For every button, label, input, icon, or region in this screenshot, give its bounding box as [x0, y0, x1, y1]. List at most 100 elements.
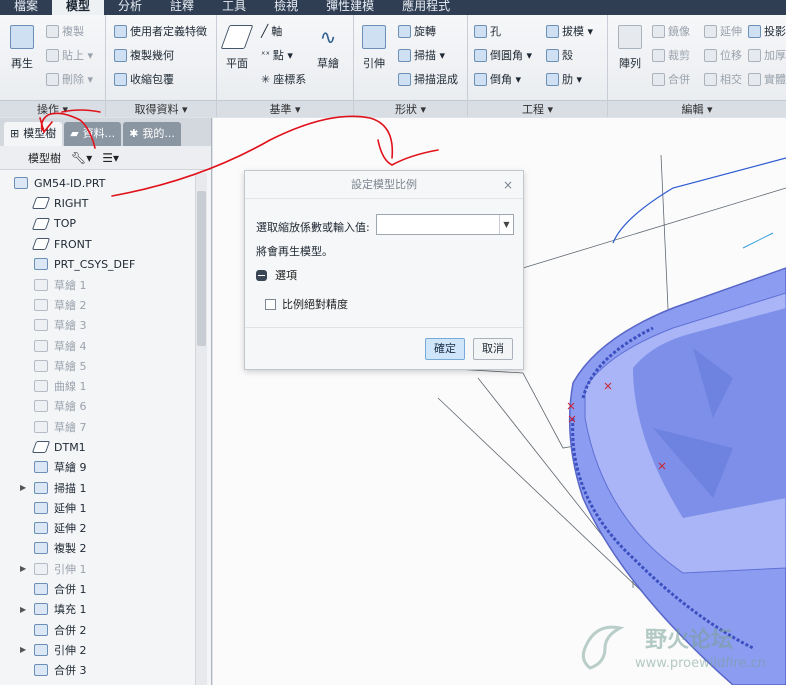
- csys-button[interactable]: ✳ 座標系: [261, 71, 306, 87]
- pattern-icon: [618, 25, 642, 49]
- menu-tab-applications[interactable]: 應用程式: [388, 0, 464, 15]
- tree-item[interactable]: 草繪 6: [0, 396, 196, 416]
- options-section-toggle[interactable]: 選項: [256, 267, 297, 283]
- chamfer-button[interactable]: 倒角 ▾: [474, 71, 521, 87]
- swept-blend-button[interactable]: 掃描混成: [398, 71, 458, 87]
- folder-icon: ▰: [70, 127, 79, 140]
- axis-button[interactable]: ╱ 軸: [261, 23, 282, 39]
- draft-button[interactable]: 拔模 ▾: [546, 23, 593, 39]
- absolute-accuracy-checkbox[interactable]: 比例絕對精度: [265, 296, 348, 312]
- tab-favorites[interactable]: ✱ 我的...: [123, 122, 181, 146]
- tree-item[interactable]: ▶ 掃描 1: [0, 477, 196, 497]
- regenerate-button[interactable]: 再生: [10, 25, 34, 71]
- tab-folder-browser[interactable]: ▰ 資料...: [64, 122, 122, 146]
- expand-arrow-icon[interactable]: ▶: [20, 645, 26, 654]
- project-button[interactable]: 投影: [748, 23, 786, 39]
- menu-tab-model[interactable]: 模型: [52, 0, 105, 15]
- tree-item[interactable]: 延伸 2: [0, 518, 196, 538]
- cancel-button[interactable]: 取消: [473, 338, 513, 360]
- tree-item[interactable]: 草繪 4: [0, 335, 196, 355]
- extend-button[interactable]: 延伸: [704, 23, 742, 39]
- menu-tab-annotate[interactable]: 註釋: [156, 0, 208, 15]
- tree-item[interactable]: 草繪 5: [0, 356, 196, 376]
- sketch-button[interactable]: ∿ 草繪: [317, 25, 339, 71]
- tree-item[interactable]: 草繪 9: [0, 457, 196, 477]
- tree-item[interactable]: 合併 3: [0, 660, 196, 680]
- shrinkwrap-button[interactable]: 收縮包覆: [114, 71, 174, 87]
- close-icon[interactable]: ×: [503, 171, 513, 199]
- merge-button[interactable]: 合併: [652, 71, 690, 87]
- hole-button[interactable]: 孔: [474, 23, 501, 39]
- group-label-operations[interactable]: 操作 ▾: [0, 100, 105, 117]
- tree-item[interactable]: ▶ 引伸 1: [0, 559, 196, 579]
- thicken-button[interactable]: 加厚: [748, 47, 786, 63]
- scrollbar-thumb[interactable]: [197, 191, 206, 346]
- menu-tab-file[interactable]: 檔案: [0, 0, 52, 15]
- tree-item[interactable]: 延伸 1: [0, 498, 196, 518]
- tree-item[interactable]: RIGHT: [0, 193, 196, 213]
- tree-item[interactable]: 複製 2: [0, 538, 196, 558]
- copy-geometry-button[interactable]: 複製幾何: [114, 47, 174, 63]
- group-label-get-data[interactable]: 取得資料 ▾: [106, 100, 216, 117]
- group-label-shapes[interactable]: 形狀 ▾: [354, 100, 467, 117]
- ribbon: 再生 複製 貼上 ▾ 刪除 ▾ 操作 ▾ 使用者定義特徵 複製幾何 收縮包覆 取…: [0, 15, 786, 117]
- group-label-datum[interactable]: 基準 ▾: [217, 100, 353, 117]
- paste-button[interactable]: 貼上 ▾: [46, 47, 93, 63]
- chevron-down-icon[interactable]: ▼: [499, 215, 513, 234]
- dialog-footer: 確定 取消: [245, 327, 523, 369]
- sweep-button[interactable]: 掃描 ▾: [398, 47, 445, 63]
- rib-button[interactable]: 肋 ▾: [546, 71, 582, 87]
- tree-item[interactable]: ▶ 填充 1: [0, 599, 196, 619]
- trim-button[interactable]: 裁剪: [652, 47, 690, 63]
- expand-arrow-icon[interactable]: ▶: [20, 564, 26, 573]
- tree-item[interactable]: 草繪 2: [0, 295, 196, 315]
- shell-button[interactable]: 殼: [546, 47, 573, 63]
- tree-settings-icon[interactable]: 🔧︎▾: [71, 151, 92, 165]
- tree-item[interactable]: 合併 2: [0, 620, 196, 640]
- tab-model-tree[interactable]: ⊞ 模型樹: [4, 122, 63, 146]
- tree-item-label: 草繪 6: [54, 400, 87, 414]
- intersect-button[interactable]: 相交: [704, 71, 742, 87]
- menu-tab-analysis[interactable]: 分析: [104, 0, 156, 15]
- tree-item[interactable]: 曲線 1: [0, 376, 196, 396]
- mirror-button[interactable]: 鏡像: [652, 23, 690, 39]
- forum-watermark: 野火论坛 www.proewildfire.cn: [575, 618, 780, 680]
- tree-item[interactable]: FRONT: [0, 234, 196, 254]
- copy-button[interactable]: 複製: [46, 23, 84, 39]
- tree-item[interactable]: DTM1: [0, 437, 196, 457]
- tree-item[interactable]: 草繪 3: [0, 315, 196, 335]
- menu-tab-flexible-modeling[interactable]: 彈性建模: [312, 0, 388, 15]
- udf-button[interactable]: 使用者定義特徵: [114, 23, 207, 39]
- expand-arrow-icon[interactable]: ▶: [20, 483, 26, 492]
- solidify-button[interactable]: 實體化: [748, 71, 786, 87]
- tree-item[interactable]: TOP: [0, 214, 196, 234]
- menu-tab-view[interactable]: 檢視: [260, 0, 312, 15]
- ok-button[interactable]: 確定: [425, 338, 465, 360]
- tree-item[interactable]: 草繪 1: [0, 274, 196, 294]
- point-button[interactable]: ˣˣ 點 ▾: [261, 47, 293, 63]
- tree-item[interactable]: ▶ 引伸 2: [0, 640, 196, 660]
- plane-button[interactable]: 平面: [220, 25, 254, 71]
- tree-item-label: 草繪 9: [54, 461, 87, 475]
- tree-filter-icon[interactable]: ☰▾: [102, 151, 119, 165]
- collapse-icon[interactable]: [256, 269, 267, 281]
- scale-factor-input[interactable]: ▼: [376, 214, 514, 235]
- tree-scrollbar[interactable]: [195, 173, 207, 685]
- tree-item[interactable]: PRT_CSYS_DEF: [0, 254, 196, 274]
- tree-item[interactable]: 合併 1: [0, 579, 196, 599]
- checkbox-box[interactable]: [265, 298, 276, 310]
- group-label-engineering[interactable]: 工程 ▾: [468, 100, 607, 117]
- offset-button[interactable]: 位移: [704, 47, 742, 63]
- delete-button[interactable]: 刪除 ▾: [46, 71, 93, 87]
- tree-item[interactable]: 草繪 7: [0, 417, 196, 437]
- tree-item-label: RIGHT: [54, 196, 89, 210]
- pattern-button[interactable]: 陣列: [618, 25, 642, 71]
- revolve-button[interactable]: 旋轉: [398, 23, 436, 39]
- extrude-button[interactable]: 引伸: [362, 25, 386, 71]
- tree-item[interactable]: GM54-ID.PRT: [0, 173, 196, 193]
- round-button[interactable]: 倒圓角 ▾: [474, 47, 532, 63]
- expand-arrow-icon[interactable]: ▶: [20, 605, 26, 614]
- menu-tab-tools[interactable]: 工具: [208, 0, 260, 15]
- group-label-editing[interactable]: 編輯 ▾: [608, 100, 786, 117]
- revolve-icon: [398, 24, 411, 38]
